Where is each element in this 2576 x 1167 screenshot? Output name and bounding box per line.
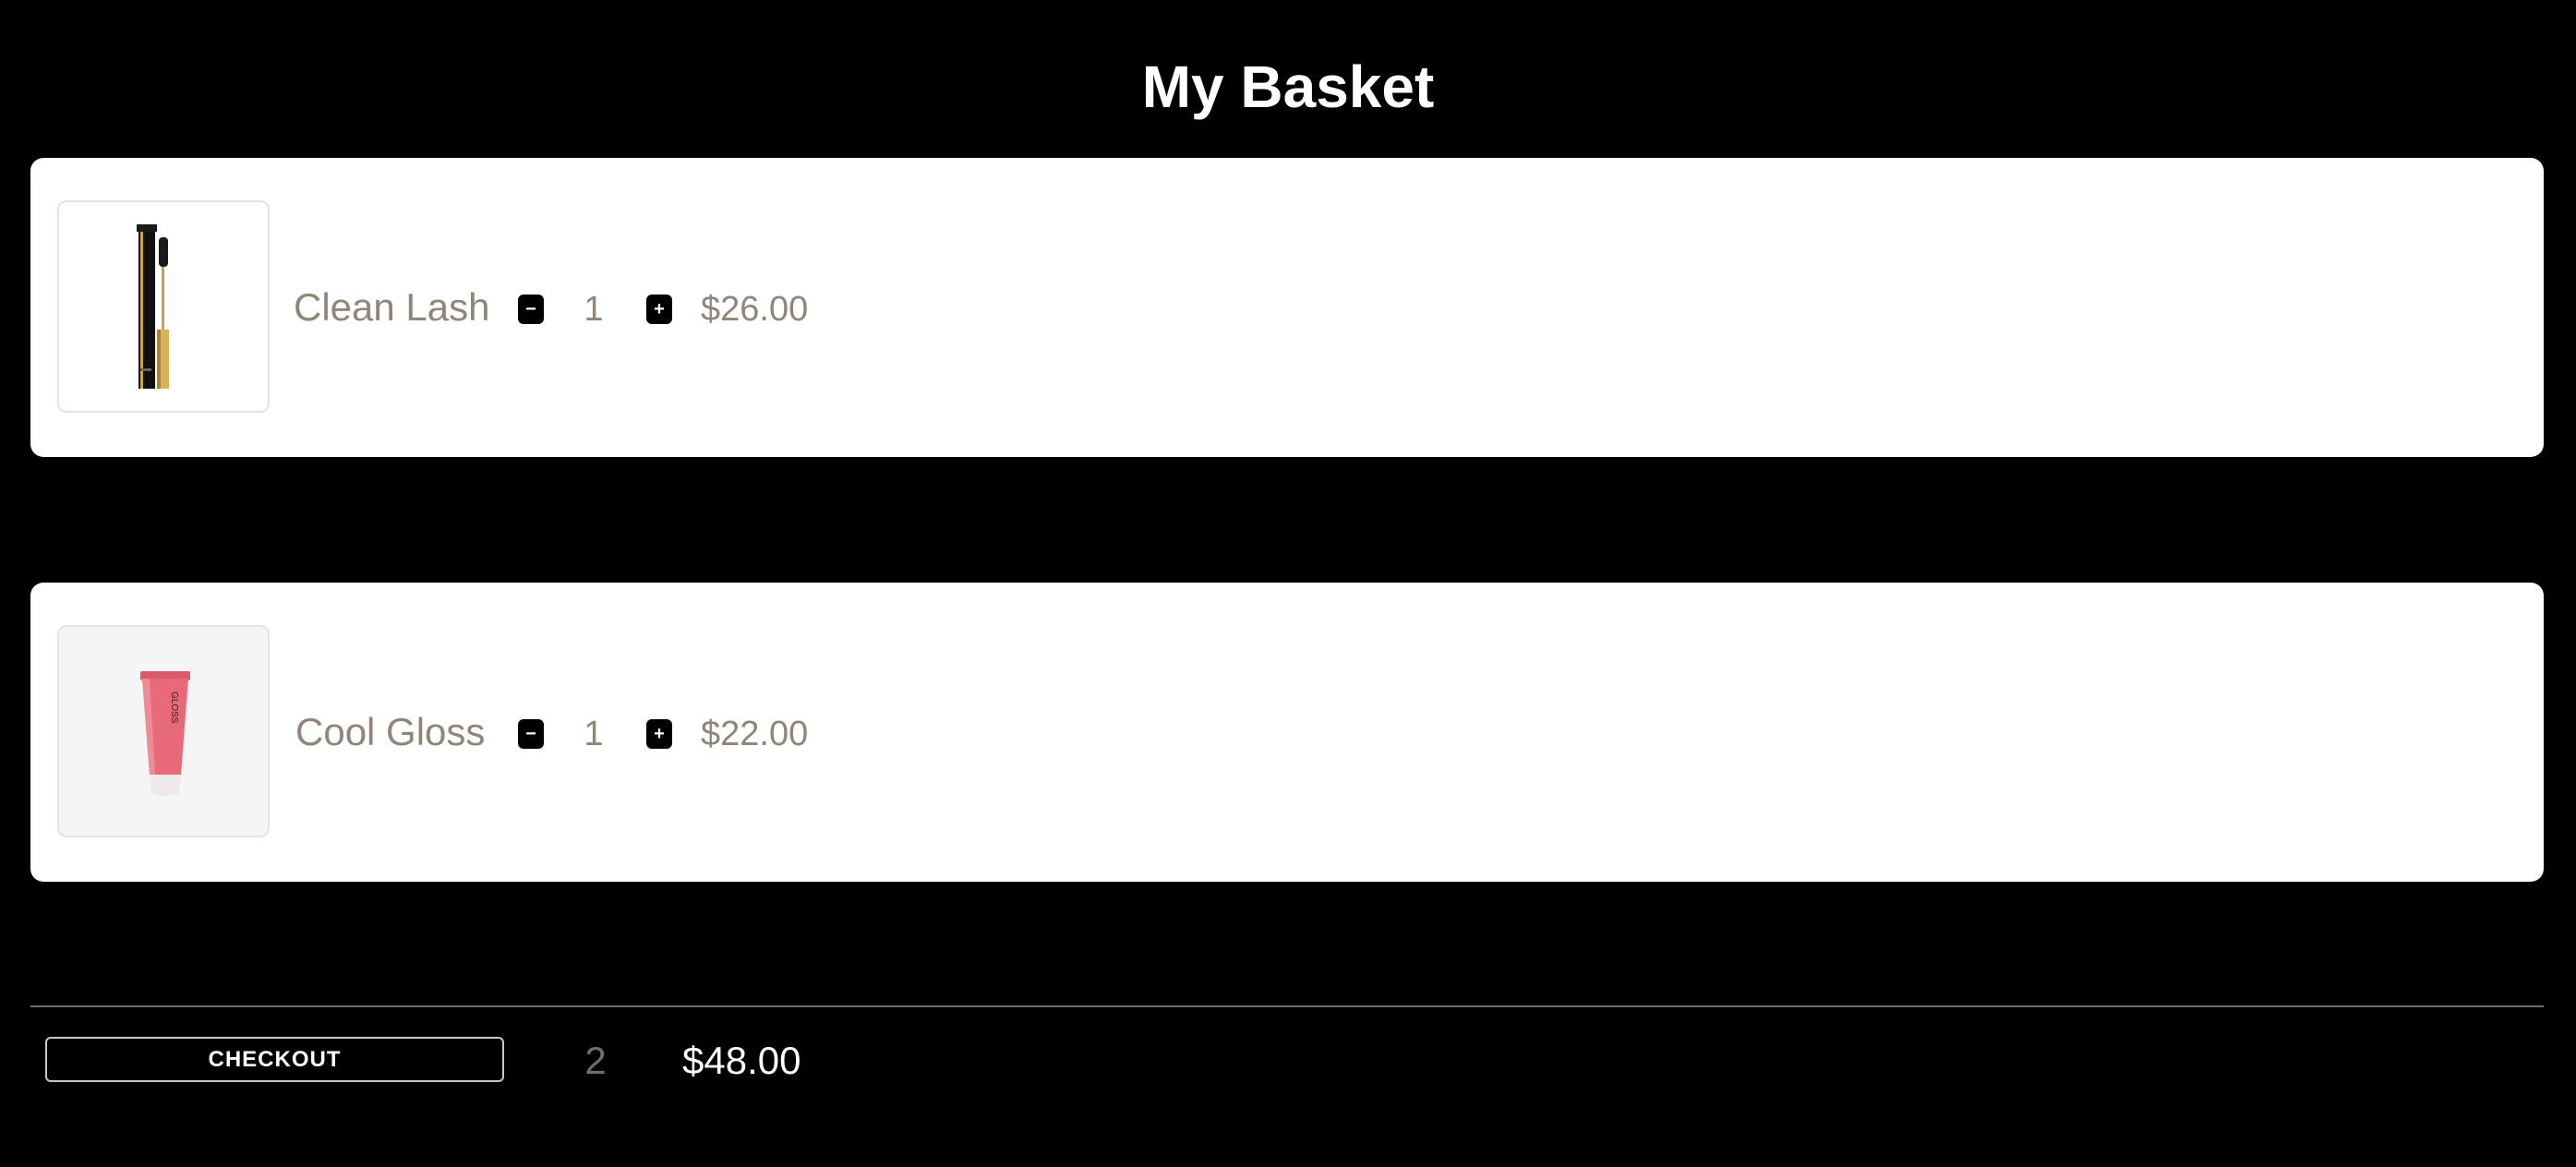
item-quantity: 1 xyxy=(584,715,604,753)
lip-gloss-icon: GLOSS xyxy=(59,627,268,836)
total-item-count: 2 xyxy=(584,1039,607,1082)
svg-text:GLOSS: GLOSS xyxy=(169,692,179,724)
item-price: $26.00 xyxy=(701,290,809,329)
footer-divider xyxy=(30,1005,2544,1007)
item-name: Cool Gloss xyxy=(295,710,486,753)
increase-quantity-button[interactable]: + xyxy=(646,719,672,749)
mascara-icon xyxy=(59,202,268,411)
decrease-quantity-button[interactable]: − xyxy=(518,295,544,324)
minus-icon: − xyxy=(525,724,536,744)
plus-icon: + xyxy=(654,299,665,319)
increase-quantity-button[interactable]: + xyxy=(646,295,672,324)
item-price: $22.00 xyxy=(701,715,809,753)
basket-item-card: Clean Lash − 1 + $26.00 xyxy=(30,158,2544,457)
minus-icon: − xyxy=(525,299,536,319)
product-image[interactable]: GLOSS xyxy=(57,625,270,837)
plus-icon: + xyxy=(654,724,665,744)
total-price: $48.00 xyxy=(682,1039,801,1082)
item-name: Clean Lash xyxy=(294,285,490,329)
product-image[interactable] xyxy=(57,200,270,413)
basket-item-card: GLOSS Cool Gloss − 1 + $22.00 xyxy=(30,583,2544,882)
item-quantity: 1 xyxy=(584,290,604,329)
page-title: My Basket xyxy=(1141,54,1435,120)
decrease-quantity-button[interactable]: − xyxy=(518,719,544,749)
checkout-button[interactable]: CHECKOUT xyxy=(45,1037,504,1082)
